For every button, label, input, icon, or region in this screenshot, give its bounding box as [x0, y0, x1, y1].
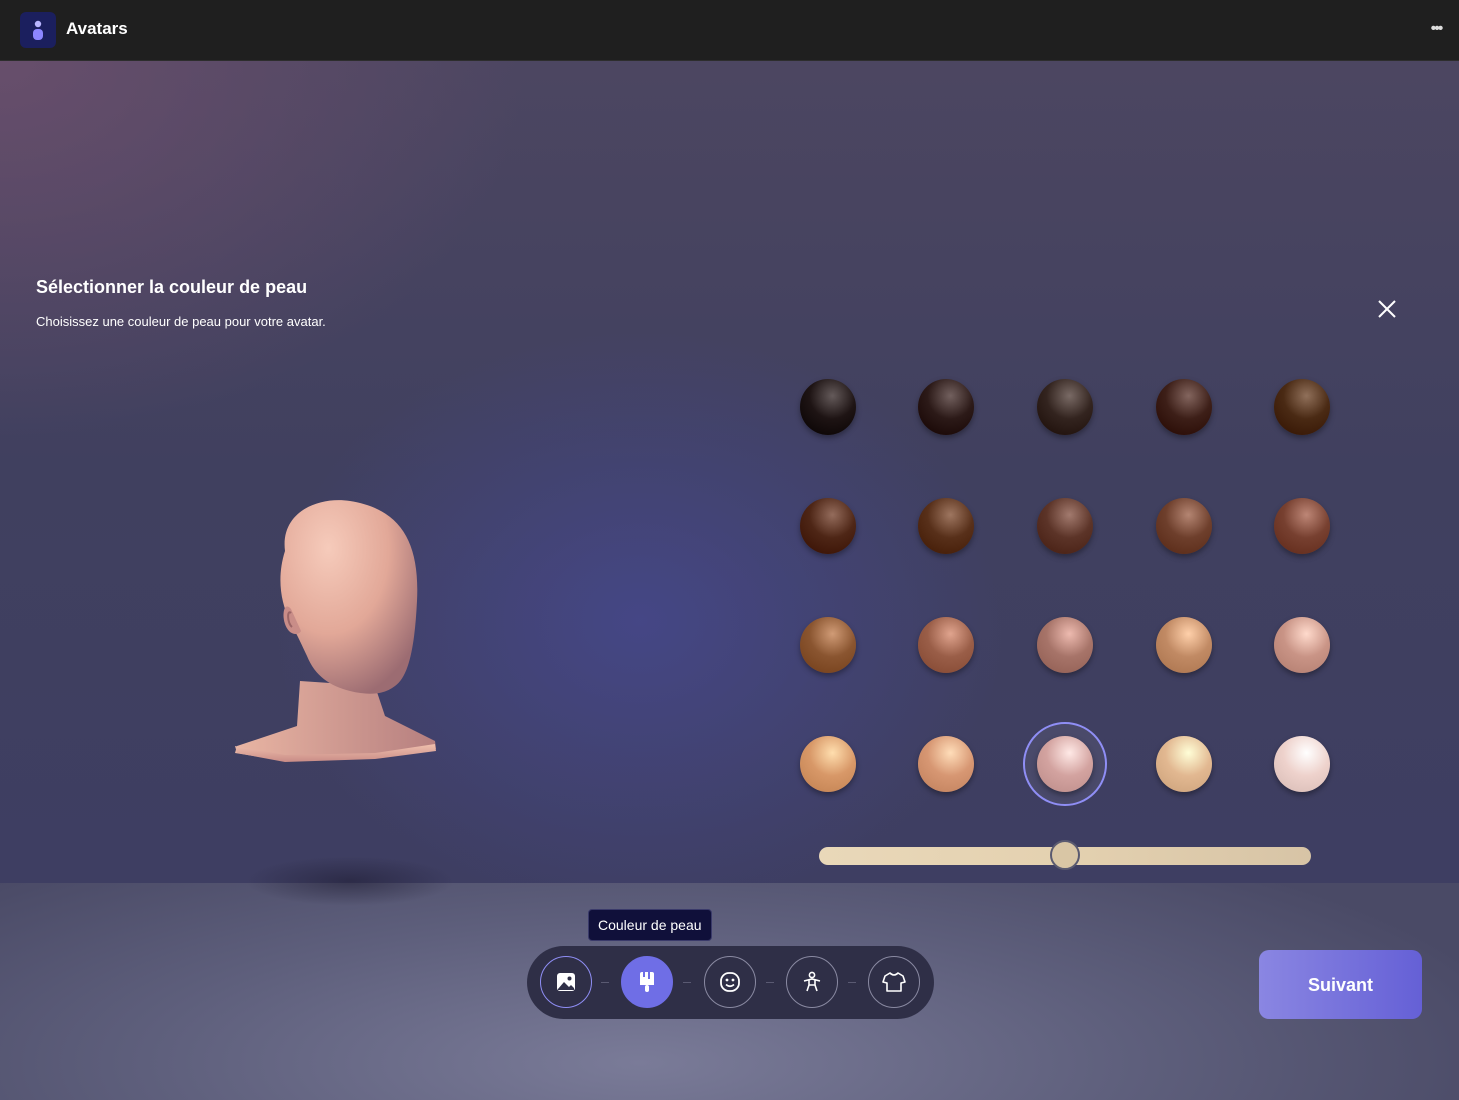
step-separator — [766, 982, 774, 983]
skin-tone-swatch[interactable] — [1156, 498, 1212, 554]
image-icon — [557, 973, 575, 991]
shade-slider-thumb[interactable] — [1050, 840, 1080, 870]
skin-tone-swatch[interactable] — [1274, 379, 1330, 435]
step-clothing-button[interactable] — [868, 956, 920, 1008]
skin-tone-swatch[interactable] — [918, 736, 974, 792]
skin-tone-swatch[interactable] — [800, 498, 856, 554]
close-icon — [1378, 300, 1396, 318]
skin-tone-swatch[interactable] — [1274, 617, 1330, 673]
paintbrush-icon — [640, 972, 654, 992]
step-toolbar — [527, 946, 934, 1019]
skin-tone-swatch[interactable] — [1037, 617, 1093, 673]
skin-tone-swatch[interactable] — [1156, 736, 1212, 792]
skin-tone-swatch[interactable] — [1037, 736, 1093, 792]
skin-tone-swatch[interactable] — [800, 617, 856, 673]
skin-tone-swatch[interactable] — [918, 498, 974, 554]
app-title: Avatars — [66, 19, 128, 38]
skin-tone-swatch[interactable] — [1037, 379, 1093, 435]
step-separator — [848, 982, 856, 983]
skin-tone-swatch[interactable] — [1156, 379, 1212, 435]
editor-stage: Sélectionner la couleur de peau Choisiss… — [0, 61, 1459, 1100]
skin-tone-swatch[interactable] — [800, 736, 856, 792]
skin-tone-swatch[interactable] — [918, 379, 974, 435]
skin-tone-swatch[interactable] — [1156, 617, 1212, 673]
body-icon — [803, 971, 821, 992]
step-separator — [601, 982, 609, 983]
next-button[interactable]: Suivant — [1259, 950, 1422, 1019]
avatar-app-icon — [20, 12, 56, 48]
shirt-icon — [882, 972, 906, 992]
more-options-button[interactable]: ••• — [1423, 16, 1449, 42]
page-title: Sélectionner la couleur de peau — [36, 277, 308, 297]
face-icon — [720, 972, 740, 992]
title-bar: Avatars ••• — [0, 0, 1459, 61]
step-skin-color-button[interactable] — [621, 956, 673, 1008]
close-button[interactable] — [1372, 294, 1402, 324]
step-background-button[interactable] — [540, 956, 592, 1008]
step-separator — [683, 982, 691, 983]
skin-tone-swatch[interactable] — [1274, 498, 1330, 554]
step-body-button[interactable] — [786, 956, 838, 1008]
tooltip: Couleur de peau — [588, 909, 712, 941]
skin-tone-swatch[interactable] — [1037, 498, 1093, 554]
page-subtitle: Choisissez une couleur de peau pour votr… — [36, 314, 326, 329]
avatar-head-preview — [235, 500, 436, 762]
step-face-button[interactable] — [704, 956, 756, 1008]
skin-tone-swatch[interactable] — [800, 379, 856, 435]
skin-tone-swatch[interactable] — [1274, 736, 1330, 792]
skin-tone-swatch[interactable] — [918, 617, 974, 673]
avatar-shadow — [245, 856, 455, 906]
